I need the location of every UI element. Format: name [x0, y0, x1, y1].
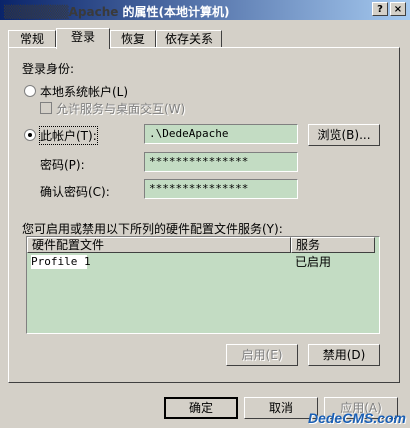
- radio-selected-dot: [28, 133, 32, 137]
- tab-dependencies[interactable]: 依存关系: [156, 30, 222, 48]
- title-bar: ▒▒▒▒▒▒▒Apache 的属性(本地计算机) ? ×: [0, 0, 410, 20]
- enable-button[interactable]: 启用(E): [226, 344, 298, 366]
- disable-button[interactable]: 禁用(D): [308, 344, 380, 366]
- help-button[interactable]: ?: [372, 2, 388, 16]
- column-header-service[interactable]: 服务: [291, 237, 375, 253]
- password-label: 密码(P):: [40, 158, 85, 172]
- local-system-label[interactable]: 本地系统帐户(L): [40, 83, 128, 100]
- this-account-radio[interactable]: [24, 129, 36, 141]
- close-button[interactable]: ×: [390, 2, 406, 16]
- title-suffix: 的属性(本地计算机): [118, 5, 230, 19]
- cancel-button[interactable]: 取消: [244, 397, 318, 419]
- logon-as-label: 登录身份:: [22, 62, 75, 76]
- hardware-profiles-label: 您可启用或禁用以下所列的硬件配置文件服务(Y):: [22, 222, 283, 236]
- local-system-radio[interactable]: [24, 85, 36, 97]
- confirm-password-label: 确认密码(C):: [40, 185, 110, 199]
- interact-desktop-checkbox[interactable]: [40, 102, 52, 114]
- browse-button[interactable]: 浏览(B)...: [308, 124, 380, 146]
- hardware-profiles-list[interactable]: 硬件配置文件 服务 Profile 1 已启用: [26, 236, 380, 334]
- interact-desktop-label: 允许服务与桌面交互(W): [56, 102, 186, 116]
- tab-recovery[interactable]: 恢复: [110, 30, 156, 48]
- this-account-label[interactable]: 此帐户(T):: [39, 126, 98, 145]
- tab-general[interactable]: 常规: [8, 30, 56, 48]
- column-header-profile[interactable]: 硬件配置文件: [27, 237, 291, 253]
- table-row-profile-cell[interactable]: Profile 1: [31, 255, 91, 269]
- confirm-password-input[interactable]: ***************: [144, 179, 298, 199]
- window-title: ▒▒▒▒▒▒▒Apache 的属性(本地计算机): [4, 3, 230, 20]
- ok-button[interactable]: 确定: [164, 397, 238, 419]
- table-row-service-cell[interactable]: 已启用: [295, 255, 331, 269]
- site-watermark: DedeCMS.com: [307, 410, 406, 426]
- properties-dialog: ▒▒▒▒▒▒▒Apache 的属性(本地计算机) ? × 常规 登录 恢复 依存…: [0, 0, 410, 428]
- title-service-name: ▒▒▒▒▒▒▒Apache: [4, 5, 119, 19]
- password-input[interactable]: ***************: [144, 152, 298, 172]
- account-input[interactable]: .\DedeApache: [144, 124, 298, 144]
- tab-logon[interactable]: 登录: [56, 28, 110, 49]
